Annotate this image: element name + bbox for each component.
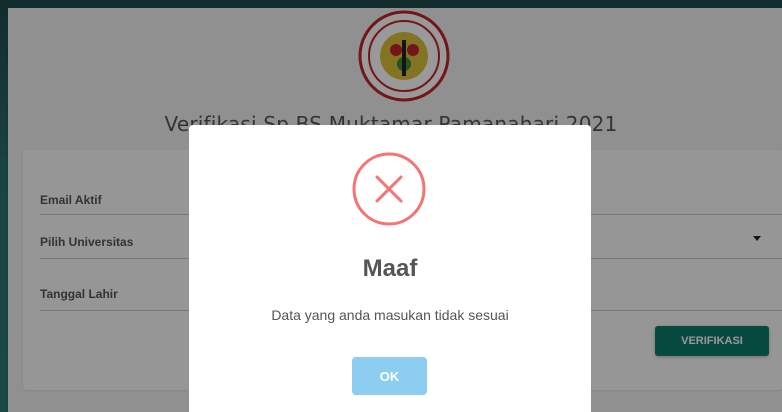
ok-button[interactable]: OK — [352, 357, 427, 395]
error-x-icon — [352, 152, 426, 226]
modal-title: Maaf — [362, 255, 418, 282]
modal-message: Data yang anda masukan tidak sesuai — [271, 307, 509, 323]
error-modal: Maaf Data yang anda masukan tidak sesuai… — [189, 125, 591, 412]
